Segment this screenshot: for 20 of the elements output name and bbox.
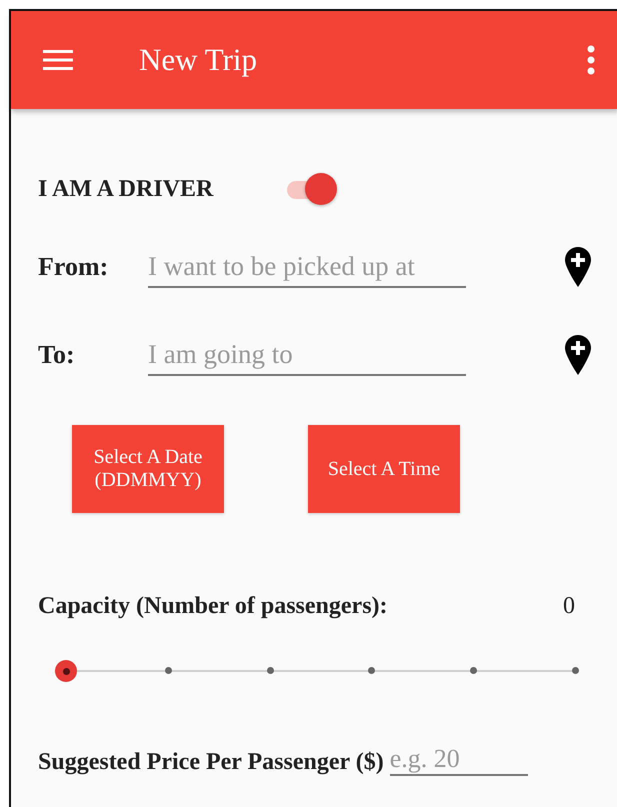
select-button[interactable]: Select A Time <box>308 425 460 513</box>
location-label: To: <box>38 340 76 370</box>
slider-tick <box>266 667 274 674</box>
select-button[interactable]: Select A Date (DDMMYY) <box>72 425 224 513</box>
slider-thumb[interactable] <box>55 660 77 682</box>
driver-label: I AM A DRIVER <box>38 176 214 202</box>
slider-tick <box>572 667 579 674</box>
toolbar-title: New Trip <box>139 42 258 78</box>
price-label: Suggested Price Per Passenger ($) <box>38 749 384 776</box>
slider-tick <box>368 667 376 674</box>
add-location-pin-icon[interactable] <box>565 335 591 375</box>
price-field[interactable]: e.g. 20 <box>390 744 528 776</box>
add-location-pin-icon[interactable] <box>565 247 591 287</box>
location-field[interactable]: I am going to <box>148 334 466 376</box>
location-label: From: <box>38 252 110 282</box>
slider-tick <box>164 667 172 674</box>
capacity-value: 0 <box>563 593 575 620</box>
location-field[interactable]: I want to be picked up at <box>148 246 466 288</box>
slider-tick <box>470 667 478 674</box>
capacity-label: Capacity (Number of passengers): <box>38 593 388 620</box>
